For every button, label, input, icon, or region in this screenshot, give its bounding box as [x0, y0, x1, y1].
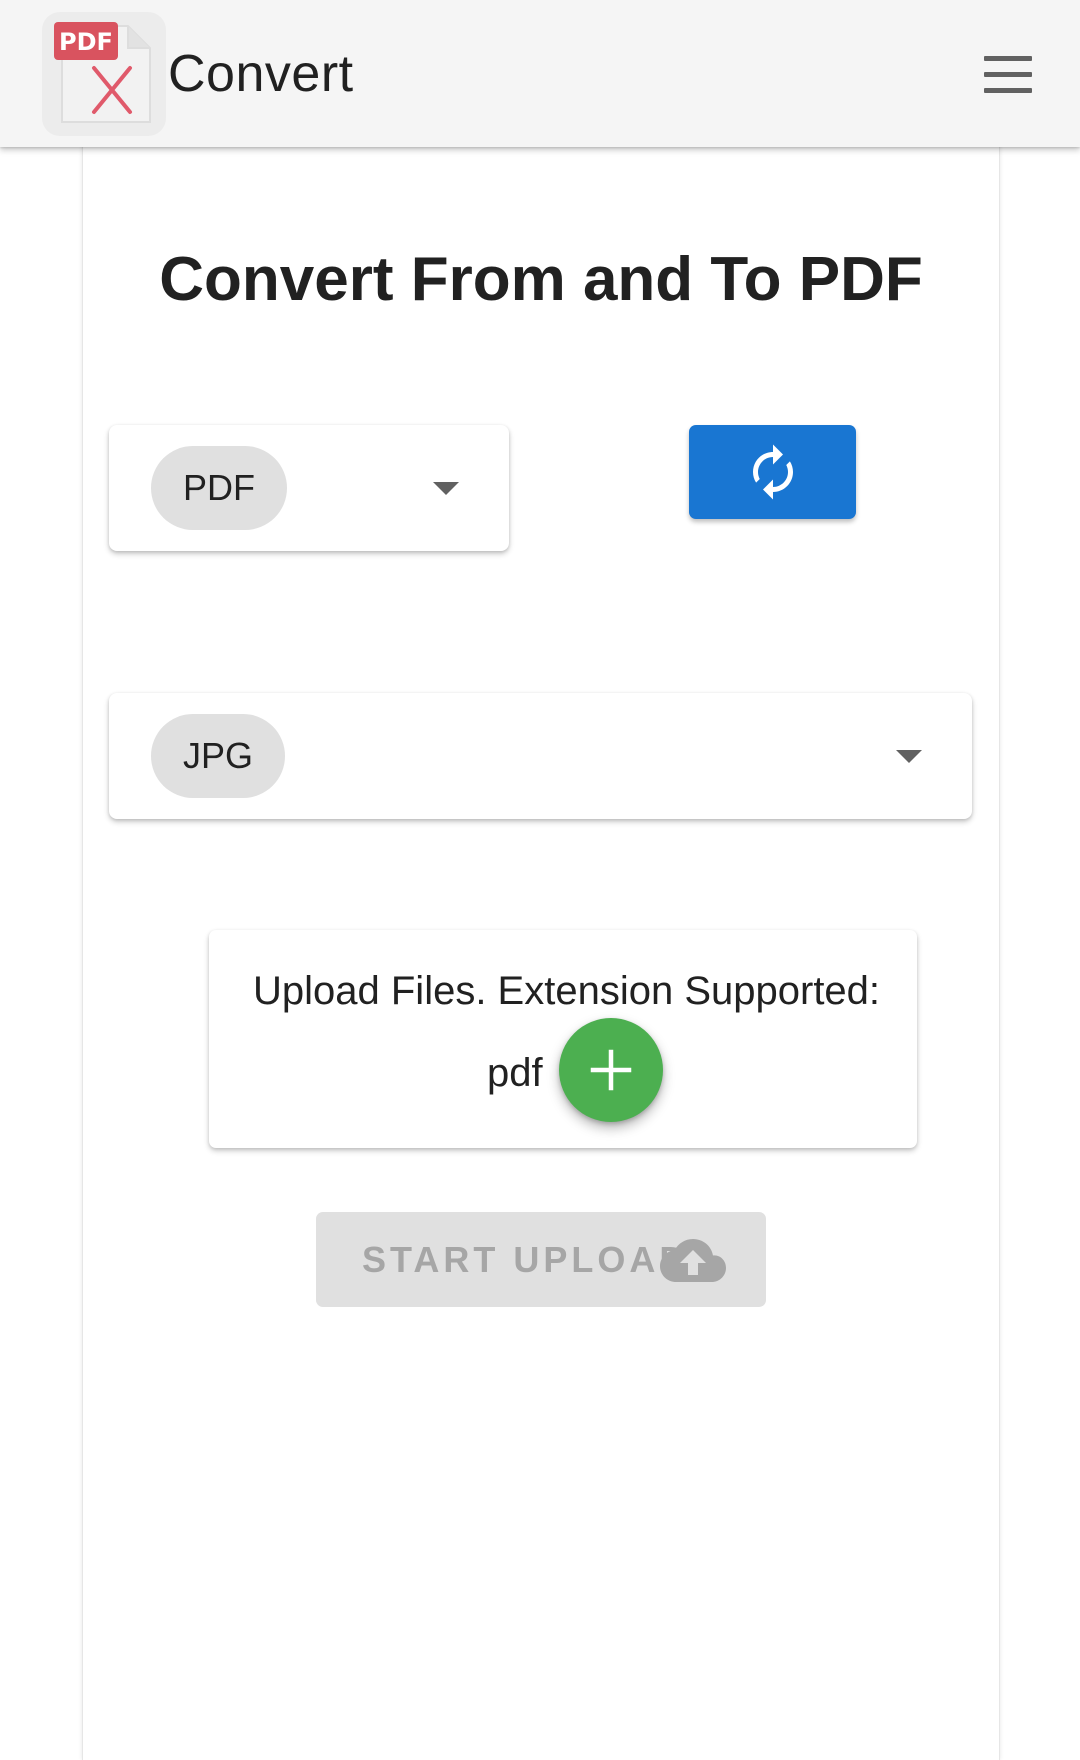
start-upload-label: START UPLOAD: [362, 1239, 690, 1280]
app-title: Convert: [168, 45, 354, 103]
from-format-chip: PDF: [151, 446, 287, 530]
to-format-select[interactable]: JPG: [109, 693, 972, 819]
hamburger-menu-line: [984, 72, 1032, 77]
chevron-down-icon: [433, 482, 459, 495]
start-upload-button[interactable]: START UPLOAD: [316, 1212, 766, 1307]
swap-formats-button[interactable]: [689, 425, 856, 519]
swap-refresh-icon: [753, 444, 793, 500]
app-logo: PDF: [42, 12, 166, 136]
supported-extension: pdf: [487, 1051, 543, 1095]
cloud-upload-icon: [660, 1239, 726, 1282]
menu-button[interactable]: [976, 48, 1032, 100]
app-bar: PDF Convert: [0, 0, 1080, 147]
pdf-file-icon: PDF: [54, 22, 151, 123]
chevron-down-icon: [896, 750, 922, 763]
logo-badge-text: PDF: [59, 28, 113, 56]
upload-instructions: Upload Files. Extension Supported:: [253, 969, 881, 1013]
upload-files-card: Upload Files. Extension Supported: pdf: [209, 930, 917, 1148]
hamburger-menu-line: [984, 88, 1032, 93]
hamburger-menu-icon: [984, 56, 1032, 61]
page-heading: Convert From and To PDF: [159, 245, 923, 314]
add-file-button[interactable]: [559, 1018, 663, 1122]
from-format-select[interactable]: PDF: [109, 425, 509, 551]
to-format-chip: JPG: [151, 714, 286, 798]
plus-icon: [590, 1049, 632, 1091]
